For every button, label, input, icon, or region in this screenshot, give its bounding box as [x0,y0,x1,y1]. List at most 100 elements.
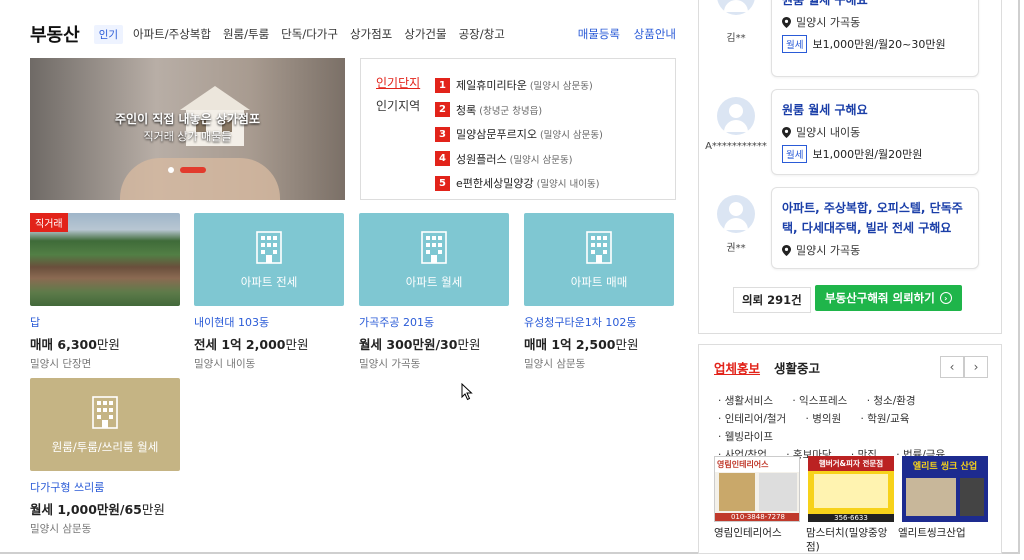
register-listing-link[interactable]: 매물등록 [578,27,620,41]
popular-item-location: (창녕군 창녕읍) [479,105,543,117]
tab-building[interactable]: 상가건물 [404,26,446,42]
tab-oneroom[interactable]: 원룸/투룸 [223,26,269,42]
location-pin-icon [782,126,791,138]
rank-number: 5 [435,175,450,191]
avatar [717,97,755,135]
ad-image-text: 엘리트 씽크 산업 [912,462,978,472]
popular-item[interactable]: 4 성원플러스 (밀양시 삼문동) [435,147,603,172]
ad-category[interactable]: · 생활서비스 [718,395,781,407]
request-location: 밀양시 내이동 [782,124,968,140]
promo-banner[interactable]: 주인이 직접 내놓은 상가점포 직거래 상가 매물들 [30,58,345,200]
realestate-header: 부동산 인기 아파트/주상복합 원룸/투룸 단독/다가구 상가점포 상가건물 공… [30,22,676,46]
deal-tag: 월세 [782,145,808,163]
avatar [717,0,755,15]
ad-image-phone: 010-3848-7278 [715,513,799,521]
realestate-section: 부동산 인기 아파트/주상복합 원룸/투룸 단독/다가구 상가점포 상가건물 공… [30,0,676,554]
tab-business-promo[interactable]: 업체홍보 [714,361,760,376]
farmland-photo[interactable]: 직거래 [30,213,180,306]
popular-item[interactable]: 3 밀양삼문푸르지오 (밀양시 삼문동) [435,122,603,147]
ad-category[interactable]: · 청소/환경 [867,395,924,407]
ad-category[interactable]: · 인테리어/철거 [718,413,794,425]
listing-name[interactable]: 다가구형 쓰리룸 [30,479,180,495]
listing-card[interactable]: 직거래 답 매매 6,300만원 밀양시 단장면 [30,213,180,371]
request-title[interactable]: 원룸 월세 구해요 [782,100,968,120]
rank-number: 4 [435,151,450,167]
ad-category[interactable]: · 익스프레스 [792,395,855,407]
location-pin-icon [782,16,791,28]
request-user: 김** [726,33,746,44]
price-value: 1,000만원/65 [57,502,142,517]
tab-house[interactable]: 단독/다가구 [281,26,338,42]
listing-name[interactable]: 유성청구타운1차 102동 [524,314,674,330]
banner-subline: 직거래 상가 매물들 [143,130,232,143]
tab-popular-area[interactable]: 인기지역 [376,97,420,114]
ad-category[interactable]: · 병의원 [806,413,850,425]
ad-name[interactable]: 엘리트씽크산업 [898,526,990,540]
prev-arrow-icon[interactable]: ‹ [940,356,964,378]
banner-dot[interactable] [168,167,174,173]
category-thumb-room-wolse[interactable]: 원룸/투룸/쓰리룸 월세 [30,378,180,471]
banner-dot-active[interactable] [180,167,206,173]
ad-image-burger[interactable]: 햄버거&피자 전문점 356-6633 [808,456,894,522]
request-submit-button[interactable]: 부동산구해줘 의뢰하기 › [815,285,962,311]
request-price-text: 보1,000만원/월20~30만원 [812,38,946,51]
popular-item-name: 밀양삼문푸르지오 [456,128,537,142]
right-panel: 김** 원룸 월세 구해요 밀양시 가곡동 월세 보1,000만원/월20~30만… [698,0,1002,554]
banner-headline: 주인이 직접 내놓은 상가점포 [114,112,260,126]
popular-item[interactable]: 5 e편한세상밀양강 (밀양시 내이동) [435,171,603,196]
category-thumb-apt-wolse[interactable]: 아파트 월세 [359,213,509,306]
request-title[interactable]: 원룸 월세 구해요 [782,0,968,10]
building-icon [421,230,447,264]
price-unit: 만원 [141,502,165,517]
listing-name[interactable]: 답 [30,314,180,330]
thumb-label: 아파트 전세 [240,274,298,289]
ad-category[interactable]: · 웰빙라이프 [718,431,781,443]
tab-factory[interactable]: 공장/창고 [459,26,505,42]
price-value: 1억 2,000 [221,337,286,352]
thumb-label: 아파트 월세 [405,274,463,289]
popular-item-location: (밀양시 삼문동) [509,154,573,166]
section-title: 부동산 [30,25,80,46]
ad-name[interactable]: 맘스터치(밀양중앙점) [806,526,898,554]
location-pin-icon [782,244,791,256]
ad-thumbnails: 영림인테리어스 010-3848-7278 햄버거&피자 전문점 356-663… [714,456,988,522]
next-arrow-icon[interactable]: › [964,356,988,378]
product-info-link[interactable]: 상품안내 [634,27,676,41]
category-thumb-apt-sale[interactable]: 아파트 매매 [524,213,674,306]
request-title[interactable]: 아파트, 주상복합, 오피스텔, 단독주택, 다세대주택, 빌라 전세 구해요 [782,198,968,238]
popular-ranking-box: 인기단지 인기지역 1 제일휴미리타운 (밀양시 삼문동) 2 청록 (창녕군 창녕읍)… [360,58,676,200]
request-price: 월세 보1,000만원/월20~30만원 [782,35,968,53]
tab-popular[interactable]: 인기 [93,24,124,44]
price-value: 6,300 [57,337,97,352]
popular-item-location: (밀양시 내이동) [536,179,600,191]
tab-popular-complex[interactable]: 인기단지 [376,74,420,91]
ad-image-sink[interactable]: 엘리트 씽크 산업 [902,456,988,522]
ad-name[interactable]: 영림인테리어스 [714,526,806,540]
listing-name[interactable]: 가곡주공 201동 [359,314,509,330]
popular-item-name: 청록 [456,103,477,117]
thumb-label: 아파트 매매 [570,274,628,289]
listing-card[interactable]: 아파트 전세 내이현대 103동 전세 1억 2,000만원 밀양시 내이동 [194,213,344,371]
request-location-text: 밀양시 가곡동 [796,16,861,29]
request-location: 밀양시 가곡동 [782,14,968,30]
request-bubble[interactable]: 원룸 월세 구해요 밀양시 가곡동 월세 보1,000만원/월20~30만원 [771,0,979,77]
listing-card[interactable]: 아파트 월세 가곡주공 201동 월세 300만원/30만원 밀양시 가곡동 [359,213,509,371]
listing-price: 전세 1억 2,000만원 [194,334,344,353]
listing-card[interactable]: 원룸/투룸/쓰리룸 월세 다가구형 쓰리룸 월세 1,000만원/65만원 밀양… [30,378,180,536]
listing-card[interactable]: 아파트 매매 유성청구타운1차 102동 매매 1억 2,500만원 밀양시 삼… [524,213,674,371]
popular-item[interactable]: 2 청록 (창녕군 창녕읍) [435,98,603,123]
popular-item[interactable]: 1 제일휴미리타운 (밀양시 삼문동) [435,73,603,98]
request-bubble[interactable]: 아파트, 주상복합, 오피스텔, 단독주택, 다세대주택, 빌라 전세 구해요 … [771,187,979,269]
price-unit: 만원 [96,337,120,352]
listing-name[interactable]: 내이현대 103동 [194,314,344,330]
tab-used-goods[interactable]: 생활중고 [774,361,820,376]
deal-type: 월세 [30,502,54,517]
request-bubble[interactable]: 원룸 월세 구해요 밀양시 내이동 월세 보1,000만원/월20만원 [771,89,979,175]
banner-pagination [168,167,206,173]
ad-category[interactable]: · 학원/교육 [861,413,918,425]
category-thumb-apt-jeonse[interactable]: 아파트 전세 [194,213,344,306]
listing-location: 밀양시 가곡동 [359,358,421,370]
ad-image-interior[interactable]: 영림인테리어스 010-3848-7278 [714,456,800,522]
tab-apartment[interactable]: 아파트/주상복합 [133,26,211,42]
tab-store[interactable]: 상가점포 [350,26,392,42]
